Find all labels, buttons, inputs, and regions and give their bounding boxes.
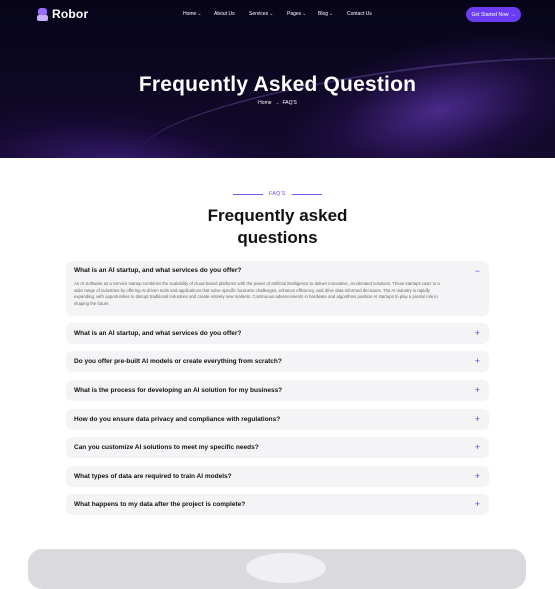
breadcrumb: Home → FAQ'S <box>0 100 555 106</box>
plus-icon[interactable]: + <box>475 329 480 338</box>
page-hero: Robor Home ⌄ About Us Services ⌄ Pages ⌄… <box>0 0 555 158</box>
next-section-card <box>28 549 526 589</box>
faq-question[interactable]: How do you ensure data privacy and compl… <box>74 416 280 423</box>
faq-answer: An AI Software as a Service startup comb… <box>74 281 440 306</box>
nav-item-home[interactable]: Home ⌄ <box>183 11 202 17</box>
plus-icon[interactable]: + <box>475 386 480 395</box>
get-started-button[interactable]: Get Started Now → <box>466 7 521 22</box>
nav-item-pages[interactable]: Pages ⌄ <box>287 11 306 17</box>
nav-item-about[interactable]: About Us <box>214 11 235 17</box>
section-tag: FAQ'S <box>0 191 555 197</box>
breadcrumb-current: FAQ'S <box>282 100 297 106</box>
top-navbar: Robor Home ⌄ About Us Services ⌄ Pages ⌄… <box>0 0 555 30</box>
plus-icon[interactable]: + <box>475 500 480 509</box>
chevron-down-icon: ⌄ <box>329 11 334 17</box>
plus-icon[interactable]: + <box>475 415 480 424</box>
arrow-right-icon: → <box>510 11 516 18</box>
faq-question[interactable]: What types of data are required to train… <box>74 473 232 480</box>
page-title: Frequently Asked Question <box>138 73 417 96</box>
plus-icon[interactable]: + <box>475 443 480 452</box>
faq-question[interactable]: What is an AI startup, and what services… <box>74 267 241 274</box>
faq-question[interactable]: What happens to my data after the projec… <box>74 501 245 508</box>
breadcrumb-arrow-icon: → <box>274 100 280 106</box>
section-title: Frequently asked questions <box>207 206 348 247</box>
decorative-shape <box>246 553 326 583</box>
chevron-down-icon: ⌄ <box>197 11 202 17</box>
plus-icon[interactable]: + <box>475 357 480 366</box>
faq-item[interactable]: What types of data are required to train… <box>66 466 489 487</box>
chevron-down-icon: ⌄ <box>269 11 274 17</box>
faq-item[interactable]: What happens to my data after the projec… <box>66 494 489 515</box>
faq-question[interactable]: What is an AI startup, and what services… <box>74 330 241 337</box>
breadcrumb-home-link[interactable]: Home <box>258 100 271 106</box>
faq-question[interactable]: Do you offer pre-built AI models or crea… <box>74 358 282 365</box>
nav-item-services[interactable]: Services ⌄ <box>249 11 273 17</box>
faq-item[interactable]: How do you ensure data privacy and compl… <box>66 409 489 430</box>
nav-item-blog[interactable]: Blog ⌄ <box>318 11 333 17</box>
minus-icon[interactable]: − <box>475 267 480 276</box>
chevron-down-icon: ⌄ <box>302 11 307 17</box>
faq-question[interactable]: Can you customize AI solutions to meet m… <box>74 444 259 451</box>
faq-item[interactable]: Can you customize AI solutions to meet m… <box>66 437 489 458</box>
faq-item[interactable]: Do you offer pre-built AI models or crea… <box>66 351 489 372</box>
faq-item[interactable]: What is an AI startup, and what services… <box>66 323 489 344</box>
divider <box>291 193 322 195</box>
section-tag-label: FAQ'S <box>269 191 286 197</box>
faq-item[interactable]: What is the process for developing an AI… <box>66 380 489 401</box>
nav-item-contact[interactable]: Contact Us <box>347 11 372 17</box>
divider <box>233 193 264 195</box>
plus-icon[interactable]: + <box>475 472 480 481</box>
faq-item[interactable]: What is an AI startup, and what services… <box>66 261 489 316</box>
faq-question[interactable]: What is the process for developing an AI… <box>74 387 282 394</box>
